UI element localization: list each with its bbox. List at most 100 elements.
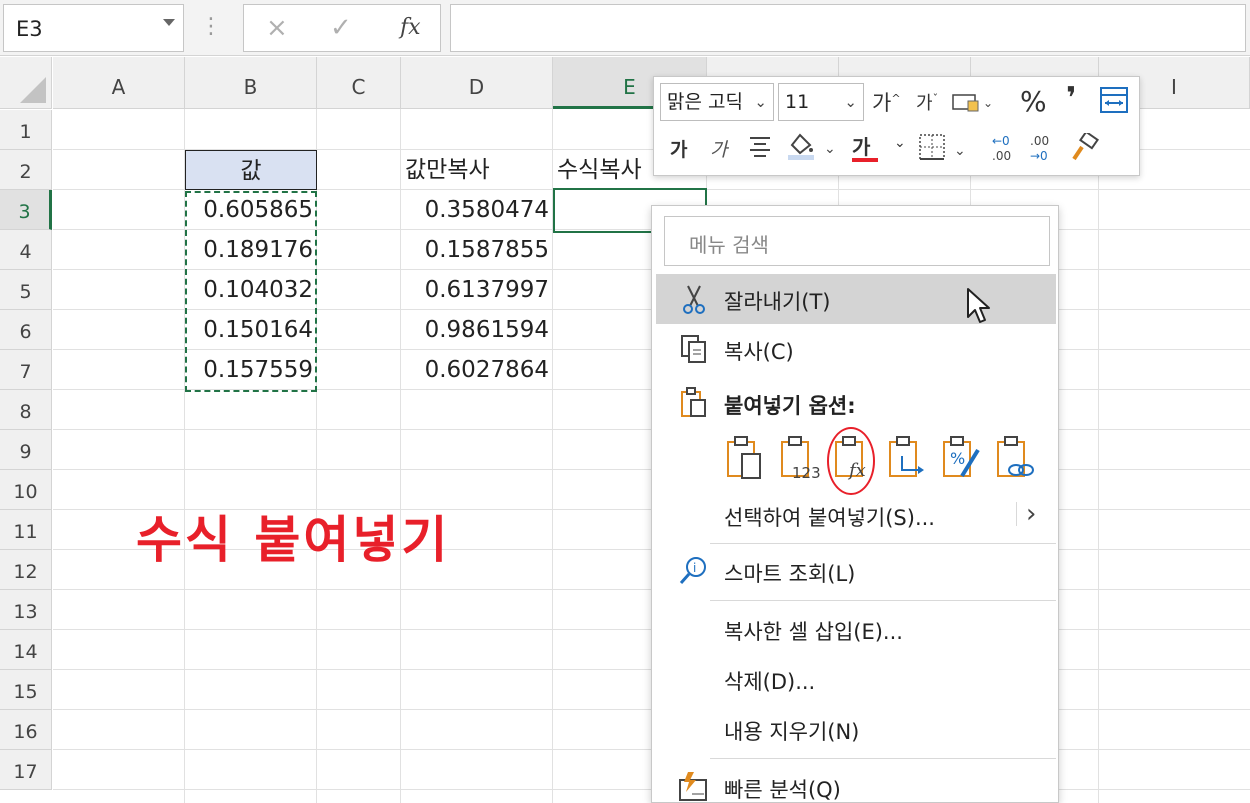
italic-icon[interactable]: 가 [710,135,727,162]
select-all-triangle-icon [20,77,46,103]
row-header-6[interactable]: 6 [0,310,52,350]
menu-separator [710,758,1056,759]
menu-item-paste-options: 붙여넣기 옵션: [656,378,1056,428]
formula-input[interactable] [450,4,1246,52]
svg-text:%: % [950,449,965,468]
bold-icon[interactable]: 가 [670,135,687,162]
menu-item-smart-lookup[interactable]: i 스마트 조회(L) [656,546,1056,596]
row-header-2[interactable]: 2 [0,150,52,190]
menu-item-copy[interactable]: 복사(C) [656,324,1056,374]
smart-lookup-icon: i [678,554,710,588]
paste-link-icon[interactable] [994,434,1038,482]
scissors-icon [678,282,710,316]
comma-style-icon[interactable]: ❜ [1066,81,1076,116]
row-header-10[interactable]: 10 [0,470,52,510]
column-header-b[interactable]: B [185,57,317,109]
column-header-d[interactable]: D [401,57,553,109]
menu-item-label: 스마트 조회(L) [724,562,856,586]
chevron-down-icon: ⌄ [844,93,857,111]
menu-item-quick-analysis[interactable]: 빠른 분석(Q) [656,762,1056,803]
paste-transpose-icon[interactable] [886,434,930,482]
font-color-glyph: 가 [852,135,871,159]
number-format-icon[interactable]: ⌄ [952,89,996,119]
cell-b2[interactable]: 값 [185,150,317,190]
font-size-select[interactable]: 11 ⌄ [778,83,864,121]
font-name-select[interactable]: 맑은 고딕 ⌄ [660,83,774,121]
menu-search-input[interactable]: 메뉴 검색 [664,216,1050,266]
menu-item-paste-special[interactable]: 선택하여 붙여넣기(S)... [656,490,1056,540]
chevron-down-icon[interactable]: ⌄ [894,135,906,151]
submenu-divider [1016,502,1017,526]
select-all-button[interactable] [0,57,52,109]
grip-icon: ⋮ [200,14,223,39]
cell-d6[interactable]: 0.9861594 [401,310,553,350]
paste-values-icon[interactable]: 123 [778,434,822,482]
format-painter-icon[interactable] [1068,130,1100,169]
menu-item-insert-copied-cells[interactable]: 복사한 셀 삽입(E)... [656,604,1056,654]
svg-text:i: i [693,561,696,575]
paste-icon[interactable] [724,434,768,482]
menu-item-cut[interactable]: 잘라내기(T) [656,274,1056,324]
increase-font-size-icon[interactable]: 가^ [872,87,901,117]
paste-formatting-icon[interactable]: % [940,434,984,482]
enter-check-icon[interactable]: ✓ [330,13,352,43]
row-header-12[interactable]: 12 [0,550,52,590]
column-header-a[interactable]: A [53,57,185,109]
svg-text:.00: .00 [1030,134,1049,148]
align-center-icon[interactable] [748,133,772,165]
cancel-icon[interactable]: × [266,13,288,43]
percent-style-icon[interactable]: % [1020,85,1047,118]
name-box-value: E3 [16,17,43,41]
font-color-icon[interactable]: 가 [852,131,878,162]
menu-separator [710,600,1056,601]
row-header-3[interactable]: 3 [0,190,52,230]
menu-item-delete[interactable]: 삭제(D)... [656,654,1056,704]
borders-icon[interactable]: ⌄ [918,133,968,167]
cell-d7[interactable]: 0.6027864 [401,350,553,390]
menu-item-label: 선택하여 붙여넣기(S)... [724,506,935,530]
row-header-13[interactable]: 13 [0,590,52,630]
svg-text:⌄: ⌄ [954,143,966,159]
insert-function-icon[interactable]: fx [400,15,421,40]
row-header-8[interactable]: 8 [0,390,52,430]
increase-decimal-icon[interactable]: ←0.00 [984,133,1020,169]
cell-d4[interactable]: 0.1587855 [401,230,553,270]
decrease-decimal-icon[interactable]: .00 →0 [1026,133,1062,169]
quick-analysis-icon [678,770,710,803]
row-header-15[interactable]: 15 [0,670,52,710]
chevron-down-icon[interactable] [163,19,175,26]
mouse-cursor-icon [966,287,992,329]
row-header-16[interactable]: 16 [0,710,52,750]
increase-font-glyph: 가 [872,91,892,115]
cell-d3[interactable]: 0.3580474 [401,190,553,230]
cell-d5[interactable]: 0.6137997 [401,270,553,310]
svg-text:←0: ←0 [992,134,1010,148]
row-header-11[interactable]: 11 [0,510,52,550]
row-header-5[interactable]: 5 [0,270,52,310]
gridline [1098,109,1099,803]
cell-d2[interactable]: 값만복사 [401,150,553,190]
name-box[interactable]: E3 [3,4,184,52]
decrease-font-size-icon[interactable]: 가ˇ [916,89,938,115]
cell-e2[interactable]: 수식복사 [553,150,653,190]
row-header-1[interactable]: 1 [0,110,52,150]
svg-text:⌄: ⌄ [983,96,993,110]
menu-item-label: 내용 지우기(N) [724,720,860,744]
row-header-4[interactable]: 4 [0,230,52,270]
menu-item-label: 복사(C) [724,340,794,364]
menu-item-label: 붙여넣기 옵션: [724,394,856,418]
chevron-right-icon[interactable]: › [1026,499,1036,529]
menu-item-label: 빠른 분석(Q) [724,778,841,802]
copy-marquee [185,191,317,392]
fill-color-icon[interactable]: ⌄ [786,131,838,167]
row-header-14[interactable]: 14 [0,630,52,670]
menu-separator [710,543,1056,544]
wrap-text-icon[interactable] [1100,87,1128,119]
svg-text:⌄: ⌄ [824,141,836,157]
row-header-9[interactable]: 9 [0,430,52,470]
menu-search-placeholder: 메뉴 검색 [689,233,769,257]
row-header-17[interactable]: 17 [0,750,52,790]
column-header-c[interactable]: C [317,57,401,109]
menu-item-clear-contents[interactable]: 내용 지우기(N) [656,704,1056,754]
row-header-7[interactable]: 7 [0,350,52,390]
